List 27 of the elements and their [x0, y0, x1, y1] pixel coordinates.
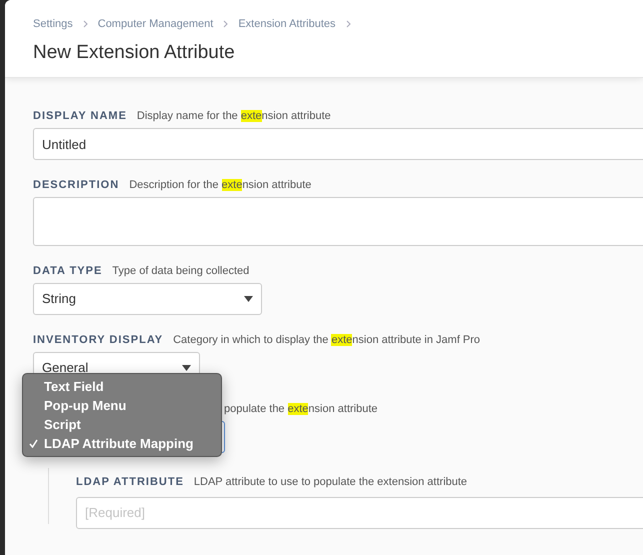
breadcrumb-link[interactable]: Settings [33, 16, 73, 32]
chevron-right-icon [346, 20, 351, 28]
breadcrumb-link[interactable]: Extension Attributes [238, 16, 336, 32]
field-description: Category in which to display the extension attribute in Jamf Pro [173, 333, 480, 348]
dropdown-arrow-icon [244, 296, 253, 302]
chevron-right-icon [223, 20, 228, 28]
breadcrumb-link[interactable]: Computer Management [98, 16, 214, 32]
field-description: LDAP attribute to use to populate the extension attribute [194, 475, 468, 490]
checkmark-icon [29, 439, 38, 448]
field-label: DISPLAY NAME [33, 109, 127, 124]
field-description: Type of data being collected [112, 264, 250, 279]
menu-item[interactable]: LDAP Attribute Mapping [23, 434, 221, 453]
ldap-attribute-field[interactable]: [Required] [76, 496, 643, 528]
dropdown-arrow-icon [182, 365, 191, 371]
field-label: LDAP ATTRIBUTE [76, 475, 184, 490]
select-field[interactable]: String [33, 283, 262, 315]
chevron-right-icon [82, 20, 88, 28]
page-title: New Extension Attribute [33, 40, 236, 64]
field-description: Display name for the extension attribute [136, 109, 331, 124]
display-name-field[interactable]: Untitled [33, 128, 643, 160]
description-field[interactable] [33, 197, 643, 246]
menu-item[interactable]: Pop-up Menu [23, 396, 221, 415]
field-description: Description for the extension attribute [129, 178, 312, 193]
field-label: DATA TYPE [33, 264, 102, 279]
field-label: INVENTORY DISPLAY [33, 333, 164, 348]
menu-item[interactable]: Script [23, 415, 221, 434]
field-label: DESCRIPTION [33, 178, 120, 193]
